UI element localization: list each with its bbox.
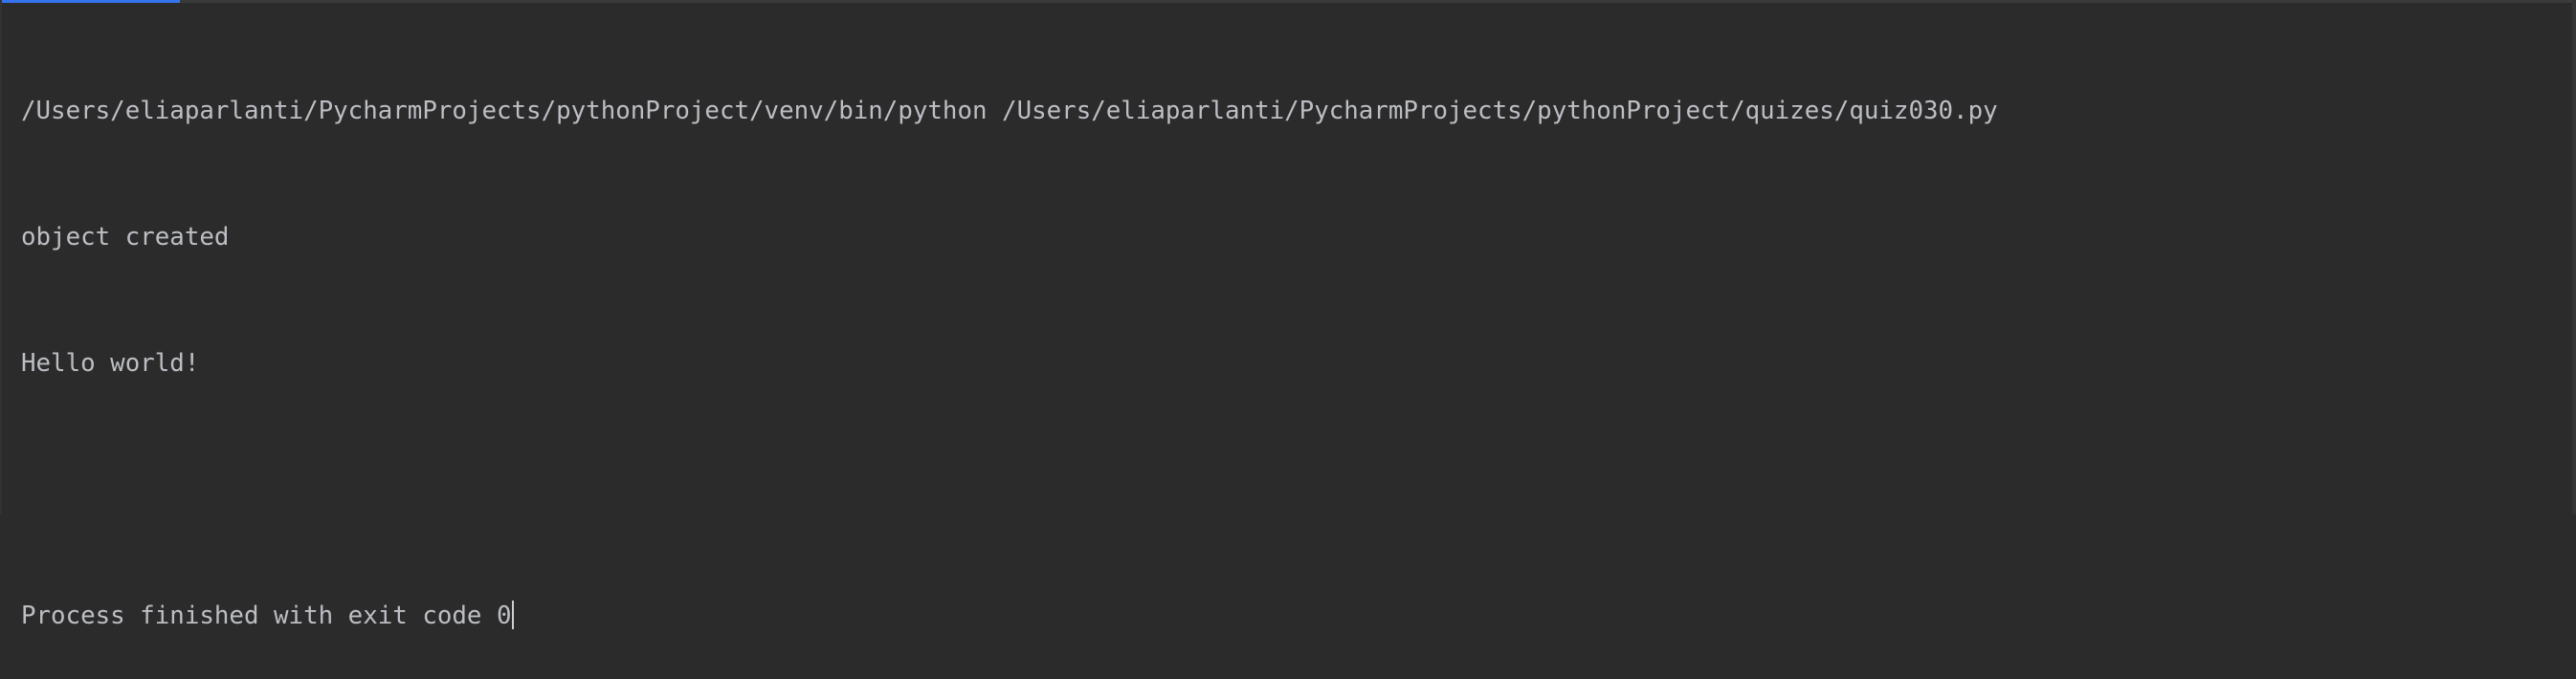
text-cursor — [511, 601, 514, 629]
exit-status-text: Process finished with exit code 0 — [21, 602, 512, 630]
scrollbar-track[interactable] — [2572, 0, 2576, 515]
console-command-line: /Users/eliaparlanti/PycharmProjects/pyth… — [21, 97, 1998, 125]
console-output-line: Hello world! — [21, 349, 200, 378]
active-tab-indicator — [0, 0, 180, 3]
console-output-line: object created — [21, 223, 230, 252]
panel-left-border — [0, 0, 2, 515]
run-console-output[interactable]: /Users/eliaparlanti/PycharmProjects/pyth… — [21, 6, 1998, 679]
panel-top-border — [0, 0, 2576, 3]
console-exit-line: Process finished with exit code 0 — [21, 595, 1998, 637]
